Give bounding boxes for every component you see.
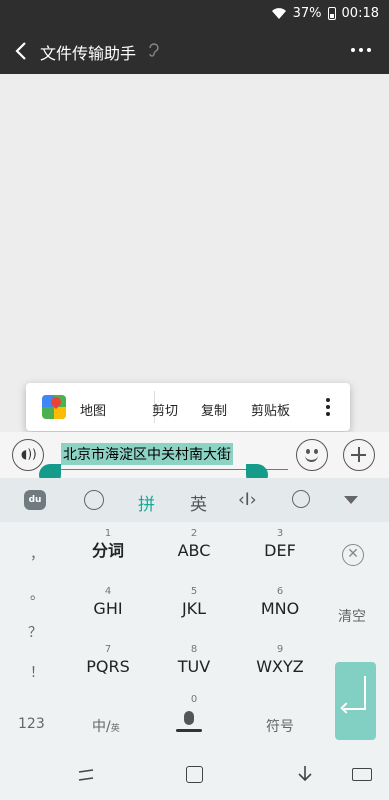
delete-icon[interactable]: ✕ [342,544,364,566]
enter-key[interactable] [335,662,376,740]
symbols-key[interactable]: 符号 [266,716,294,736]
chat-header: 文件传输助手 [0,28,389,74]
key-5[interactable]: 5 JKL [164,586,224,620]
earpiece-mode-icon [147,42,159,57]
home-icon[interactable] [186,766,203,783]
punct-period-key[interactable]: 。 [30,584,44,604]
key-8[interactable]: 8 TUV [164,644,224,678]
clock: 00:18 [341,6,379,21]
more-options-icon[interactable] [351,48,371,52]
battery-percent: 37% [292,6,322,21]
clear-key[interactable]: 清空 [338,606,366,626]
numbers-key[interactable]: 123 [18,716,45,732]
chat-title: 文件传输助手 [40,44,137,63]
keyboard-switch-icon[interactable] [352,768,372,781]
menu-item-cut[interactable]: 剪切 [152,400,178,419]
recent-apps-icon[interactable] [77,767,95,781]
english-mode[interactable]: 英 [190,490,207,515]
key-4[interactable]: 4 GHI [78,586,138,620]
chat-area [0,74,389,430]
lang-switch-key[interactable]: 中/英 [92,716,120,736]
key-3[interactable]: 3 DEF [250,528,310,562]
status-bar: 37% 00:18 [0,0,389,28]
pinyin-mode[interactable]: 拼 [138,490,155,515]
back-arrow-icon[interactable] [12,40,32,62]
key-6[interactable]: 6 MNO [250,586,310,620]
selected-text[interactable]: 北京市海淀区中关村南大街 [61,443,233,465]
baidu-logo-icon[interactable]: du [24,490,46,510]
cursor-move-icon[interactable]: ‹I› [238,490,257,510]
voice-input-icon[interactable]: ◖)) [12,439,44,471]
text-selection-menu: 地图 剪切 复制 剪贴板 [26,383,350,431]
space-key[interactable]: 0 [164,694,224,706]
plus-icon[interactable] [343,439,375,471]
system-nav-bar [0,750,389,800]
menu-more-icon[interactable] [326,398,330,416]
key-2[interactable]: 2 ABC [164,528,224,562]
key-7[interactable]: 7 PQRS [78,644,138,678]
keyboard: ， 。 ？ ！ 1 分词 2 ABC 3 DEF 4 GHI 5 JKL 6 MNO 7 PQ… [0,522,389,750]
microphone-icon[interactable] [184,711,194,725]
space-bar-indicator [176,729,202,732]
wifi-icon [271,7,287,20]
punct-exclaim-key[interactable]: ！ [30,662,44,682]
search-icon[interactable] [292,490,310,508]
emoji-icon[interactable] [296,439,328,471]
keyboard-toolbar: du 拼 英 ‹I› [0,478,389,522]
collapse-keyboard-icon[interactable] [344,496,358,504]
menu-item-clipboard[interactable]: 剪贴板 [251,400,290,419]
battery-icon [327,7,336,20]
punct-comma-key[interactable]: ， [30,544,44,564]
menu-item-copy[interactable]: 复制 [201,400,227,419]
key-1[interactable]: 1 分词 [78,528,138,562]
key-9[interactable]: 9 WXYZ [250,644,310,678]
punct-question-key[interactable]: ？ [28,622,42,642]
menu-item-map[interactable]: 地图 [80,400,106,419]
back-nav-icon[interactable] [296,764,314,782]
emoji-keyboard-icon[interactable] [84,490,104,510]
